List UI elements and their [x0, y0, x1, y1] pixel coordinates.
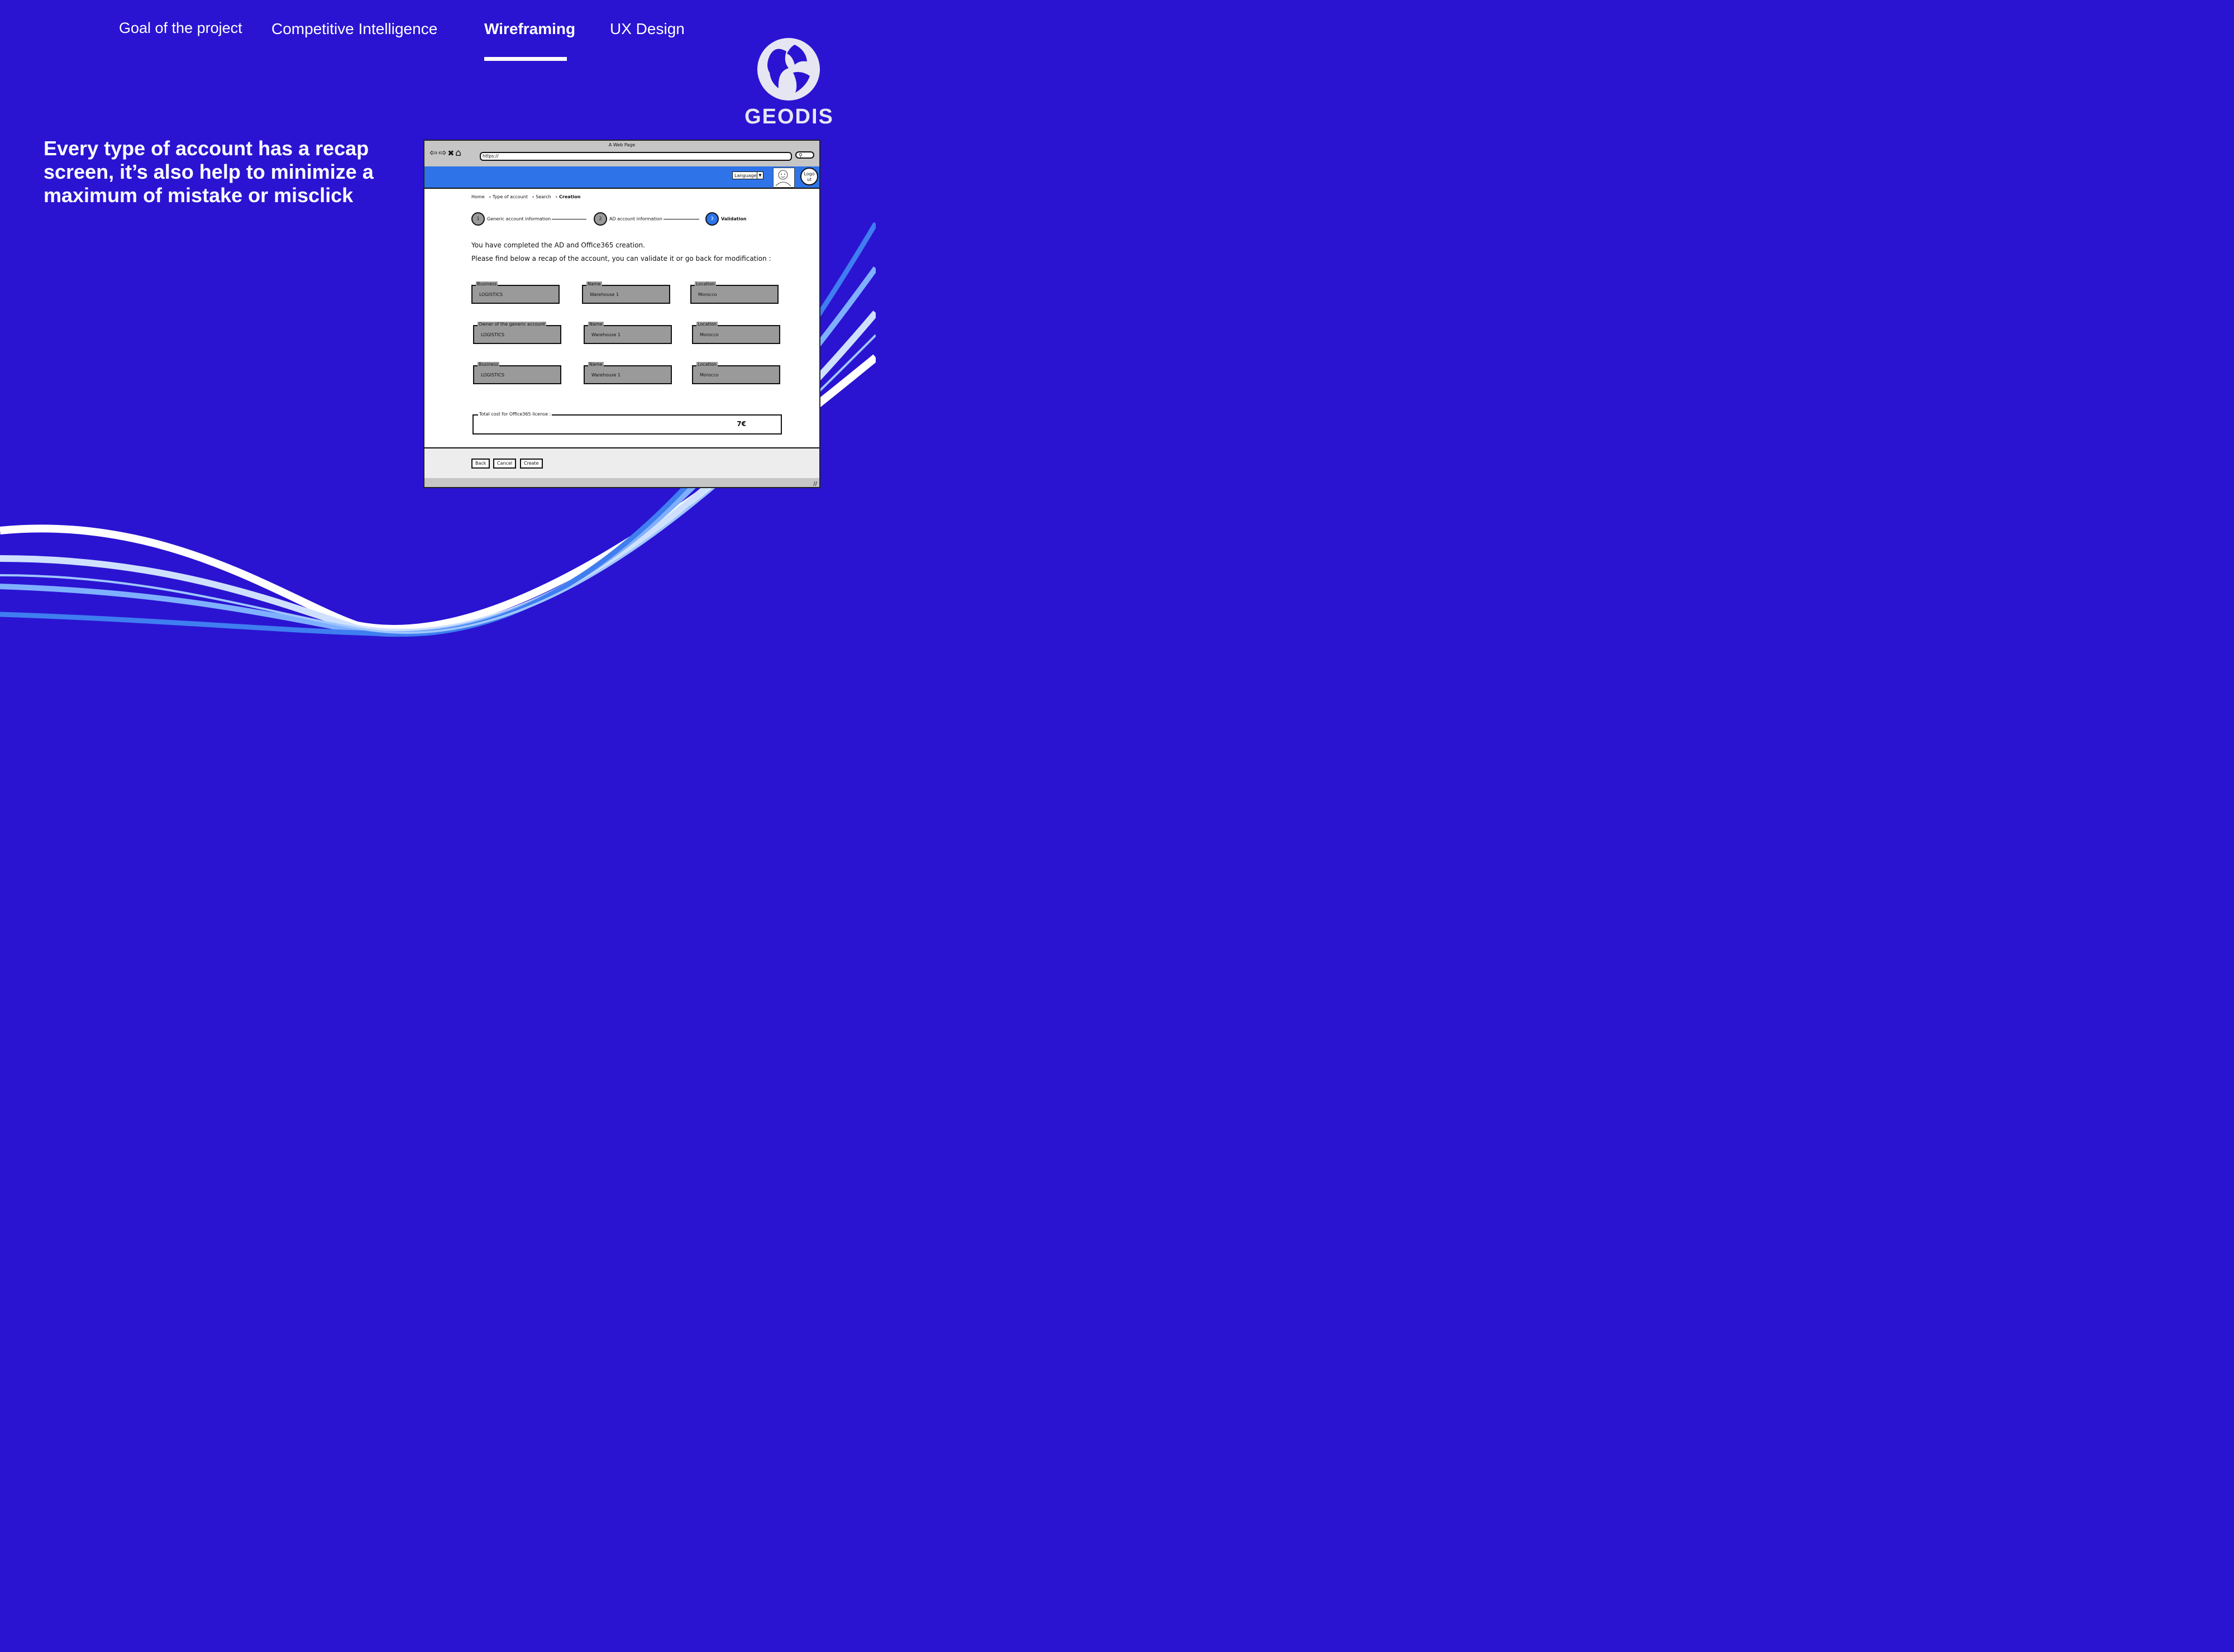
step-3: 3 Validation: [705, 212, 747, 226]
step-number: 1: [471, 212, 485, 226]
resize-grip-icon[interactable]: //: [813, 481, 817, 487]
chevron-left-icon: ‹: [532, 194, 534, 199]
page-headline: Every type of account has a recap screen…: [44, 137, 374, 207]
step-1: 1 Generic account information: [471, 212, 551, 226]
recap-field-name: Name Warehouse 1: [584, 362, 673, 384]
cancel-button[interactable]: Cancel: [493, 459, 517, 469]
user-icon: [775, 170, 791, 187]
active-tab-indicator: [484, 57, 567, 61]
back-button[interactable]: Back: [471, 459, 490, 469]
close-icon[interactable]: ✖: [448, 149, 456, 158]
chevron-left-icon: ‹: [555, 194, 558, 199]
nav-item-competitive-intelligence[interactable]: Competitive Intelligence: [271, 20, 437, 38]
total-cost-field: Total cost for Office365 license : 7€: [472, 412, 782, 435]
breadcrumb-creation: Creation: [559, 194, 581, 199]
recap-field-name: Name Warehouse 1: [582, 281, 671, 304]
url-bar[interactable]: https://: [480, 152, 792, 161]
logout-button[interactable]: Logo ut: [800, 168, 818, 185]
geodis-logo: GEODIS: [742, 34, 837, 131]
breadcrumb-type-of-account[interactable]: Type of account: [493, 194, 528, 199]
forward-arrow-icon[interactable]: ⇨: [438, 147, 447, 159]
breadcrumb-home[interactable]: Home: [471, 194, 485, 199]
recap-field-owner: Owner of the generic account LOGISTICS: [473, 322, 562, 344]
nav-item-ux-design[interactable]: UX Design: [610, 20, 685, 38]
recap-field-location: Location Morocco: [692, 362, 781, 384]
language-label: Language: [734, 173, 757, 178]
step-number: 3: [705, 212, 719, 226]
step-2: 2 AD account information: [594, 212, 662, 226]
recap-field-business: Business LOGISTICS: [473, 362, 562, 384]
chevron-left-icon: ‹: [489, 194, 491, 199]
language-select[interactable]: Language ▼: [732, 171, 763, 179]
browser-controls: ⇦⇨✖⌂: [429, 147, 462, 159]
breadcrumb: Home ‹ Type of account ‹ Search ‹ Creation: [471, 194, 585, 199]
breadcrumb-search[interactable]: Search: [536, 194, 551, 199]
step-label: AD account information: [609, 216, 662, 222]
step-label: Validation: [721, 216, 747, 222]
recap-instructions: Please find below a recap of the account…: [471, 255, 771, 262]
back-arrow-icon[interactable]: ⇦: [429, 147, 438, 159]
nav-item-goal[interactable]: Goal of the project: [119, 20, 242, 37]
status-bar: //: [424, 478, 819, 487]
geodis-emblem-icon: [757, 38, 820, 101]
step-number: 2: [594, 212, 607, 226]
total-cost-value: 7€: [737, 420, 746, 428]
completion-message: You have completed the AD and Office365 …: [471, 241, 645, 249]
window-title: A Web Page: [608, 142, 636, 147]
create-button[interactable]: Create: [520, 459, 543, 469]
recap-field-location: Location Morocco: [692, 322, 781, 344]
top-navigation: Goal of the project Competitive Intellig…: [0, 17, 726, 67]
home-icon[interactable]: ⌂: [455, 147, 462, 159]
chevron-down-icon: ▼: [757, 172, 763, 179]
avatar[interactable]: [773, 168, 795, 188]
recap-field-business: Business LOGISTICS: [471, 281, 561, 304]
nav-item-wireframing[interactable]: Wireframing: [484, 20, 575, 38]
browser-titlebar: A Web Page ⇦⇨✖⌂ https:// ⚲: [424, 141, 819, 167]
wireframe-window: A Web Page ⇦⇨✖⌂ https:// ⚲ Language ▼ Lo…: [423, 140, 820, 488]
recap-field-name: Name Warehouse 1: [584, 322, 673, 344]
recap-field-location: Location Morocco: [690, 281, 780, 304]
step-label: Generic account information: [487, 216, 551, 222]
search-icon: ⚲: [799, 153, 803, 159]
search-field[interactable]: ⚲: [795, 151, 814, 159]
logo-text: GEODIS: [744, 105, 834, 128]
total-cost-label: Total cost for Office365 license :: [478, 412, 552, 417]
action-footer: Back Cancel Create: [424, 447, 819, 480]
app-header: Language ▼ Logo ut: [424, 166, 819, 189]
